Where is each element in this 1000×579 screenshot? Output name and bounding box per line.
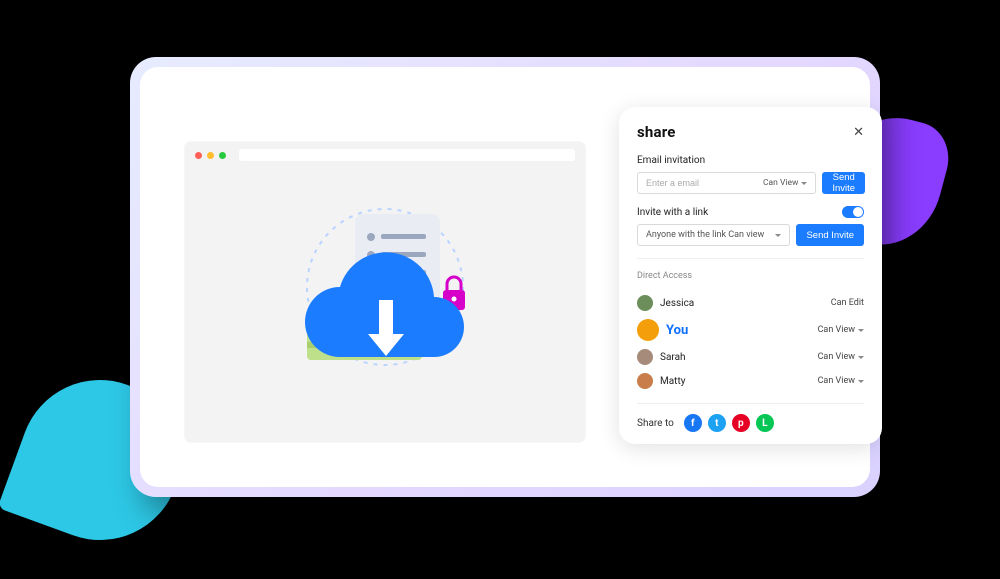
browser-address-bar — [239, 149, 575, 161]
member-row: Jessica Can Edit — [637, 291, 864, 315]
invite-link-label: Invite with a link — [637, 207, 708, 218]
member-name: You — [666, 323, 688, 338]
facebook-icon[interactable]: f — [684, 414, 702, 432]
email-permission-label: Can View — [763, 178, 798, 188]
member-permission-label: Can View — [818, 325, 855, 335]
member-permission-label: Can View — [818, 352, 855, 362]
share-title: share — [637, 123, 676, 141]
device-screen: share ✕ Email invitation Can View Send I… — [140, 67, 870, 487]
device-frame: share ✕ Email invitation Can View Send I… — [130, 57, 880, 497]
direct-access-section: Direct Access Jessica Can Edit You Can View… — [637, 258, 864, 393]
browser-chrome — [185, 142, 585, 168]
avatar — [637, 349, 653, 365]
member-permission-dropdown[interactable]: Can View — [818, 352, 864, 362]
share-to-section: Share to ftpL — [637, 403, 864, 432]
send-invite-email-button[interactable]: Send Invite — [822, 172, 865, 194]
member-permission-dropdown[interactable]: Can View — [818, 376, 864, 386]
link-permission-text: Anyone with the link Can view — [646, 230, 764, 240]
member-permission-dropdown[interactable]: Can View — [818, 325, 864, 335]
avatar — [637, 319, 659, 341]
avatar — [637, 373, 653, 389]
email-permission-dropdown[interactable]: Can View — [763, 178, 807, 188]
email-field-wrapper: Can View — [637, 172, 816, 194]
share-to-label: Share to — [637, 418, 674, 429]
twitter-icon[interactable]: t — [708, 414, 726, 432]
email-input[interactable] — [646, 178, 763, 188]
direct-access-label: Direct Access — [637, 271, 864, 281]
member-permission-label: Can Edit — [831, 298, 864, 308]
member-name: Jessica — [660, 298, 694, 309]
chevron-down-icon — [858, 329, 864, 332]
member-name: Matty — [660, 376, 685, 387]
member-permission: Can Edit — [831, 298, 864, 308]
window-minimize-dot — [207, 152, 214, 159]
member-permission-label: Can View — [818, 376, 855, 386]
chevron-down-icon — [858, 356, 864, 359]
chevron-down-icon — [775, 234, 781, 237]
chevron-down-icon — [858, 380, 864, 383]
member-name: Sarah — [660, 352, 686, 363]
window-maximize-dot — [219, 152, 226, 159]
pinterest-icon[interactable]: p — [732, 414, 750, 432]
link-permission-dropdown[interactable]: Anyone with the link Can view — [637, 224, 790, 246]
browser-window — [185, 142, 585, 442]
avatar — [637, 295, 653, 311]
window-close-dot — [195, 152, 202, 159]
cloud-download-illustration — [185, 182, 585, 442]
member-row: You Can View — [637, 315, 864, 345]
member-row: Matty Can View — [637, 369, 864, 393]
share-dialog: share ✕ Email invitation Can View Send I… — [619, 107, 882, 444]
close-icon[interactable]: ✕ — [853, 125, 864, 140]
chevron-down-icon — [801, 182, 807, 185]
member-row: Sarah Can View — [637, 345, 864, 369]
send-invite-link-button[interactable]: Send Invite — [796, 224, 864, 246]
email-invitation-label: Email invitation — [637, 155, 864, 166]
invite-link-toggle[interactable] — [842, 206, 864, 218]
line-icon[interactable]: L — [756, 414, 774, 432]
